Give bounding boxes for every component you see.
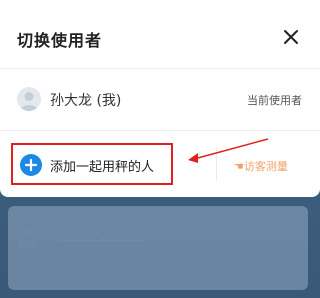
- dialog-title: 切换使用者: [17, 31, 103, 50]
- divider: [0, 130, 320, 131]
- add-user-button[interactable]: 添加一起用秤的人: [11, 143, 173, 185]
- current-user-badge: 当前使用者: [247, 94, 302, 107]
- close-icon: [284, 30, 298, 44]
- plus-icon: [24, 158, 38, 172]
- avatar: [17, 87, 41, 111]
- add-user-label: 添加一起用秤的人: [50, 160, 155, 175]
- trend-point: [74, 238, 78, 242]
- trend-card-label: 查看 趋势: [18, 229, 37, 252]
- user-row[interactable]: 孙大龙 (我) 当前使用者: [0, 68, 320, 130]
- trend-point: [126, 238, 130, 242]
- switch-user-sheet: 切换使用者 孙大龙 (我) 当前使用者 添加一起用秤的人 ☚访客测量: [0, 0, 320, 197]
- guest-measure-link[interactable]: ☚访客测量: [234, 158, 288, 174]
- avatar-icon: [20, 92, 38, 111]
- vertical-divider: [216, 148, 217, 180]
- trend-point: [100, 238, 104, 242]
- trend-card: 查看 趋势: [8, 206, 308, 290]
- close-button[interactable]: [280, 26, 302, 48]
- add-user-icon-button: [20, 154, 42, 176]
- user-name: 孙大龙 (我): [50, 93, 122, 109]
